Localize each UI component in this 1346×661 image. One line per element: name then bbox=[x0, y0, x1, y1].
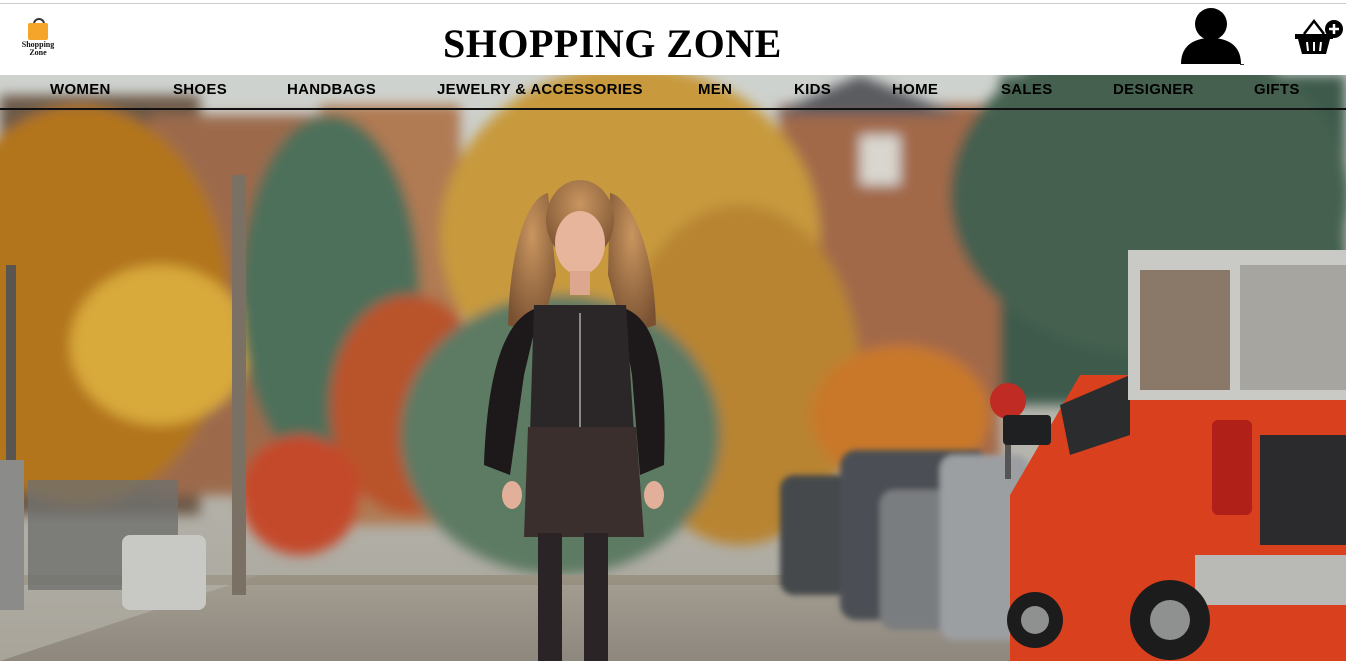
nav-item-men[interactable]: MEN bbox=[698, 81, 732, 98]
nav-item-handbags[interactable]: HANDBAGS bbox=[287, 81, 376, 98]
nav-item-designer[interactable]: DESIGNER bbox=[1113, 81, 1194, 98]
nav-item-gifts[interactable]: GIFTS bbox=[1254, 81, 1300, 98]
site-header: Shopping Zone SHOPPING ZONE bbox=[0, 4, 1346, 75]
shopping-bag-icon bbox=[28, 18, 48, 40]
user-account-icon[interactable] bbox=[1178, 4, 1244, 68]
logo[interactable]: Shopping Zone bbox=[16, 18, 60, 66]
logo-text: Shopping Zone bbox=[21, 40, 55, 57]
nav-item-jewelry-accessories[interactable]: JEWELRY & ACCESSORIES bbox=[437, 81, 643, 98]
nav-item-shoes[interactable]: SHOES bbox=[173, 81, 227, 98]
main-nav: WOMEN SHOES HANDBAGS JEWELRY & ACCESSORI… bbox=[0, 75, 1346, 110]
nav-item-kids[interactable]: KIDS bbox=[794, 81, 831, 98]
basket-add-icon[interactable] bbox=[1293, 16, 1345, 58]
nav-item-home[interactable]: HOME bbox=[892, 81, 938, 98]
page-title: SHOPPING ZONE bbox=[443, 21, 782, 66]
nav-item-women[interactable]: WOMEN bbox=[50, 81, 111, 98]
nav-item-sales[interactable]: SALES bbox=[1001, 81, 1053, 98]
hero-image bbox=[0, 75, 1346, 661]
